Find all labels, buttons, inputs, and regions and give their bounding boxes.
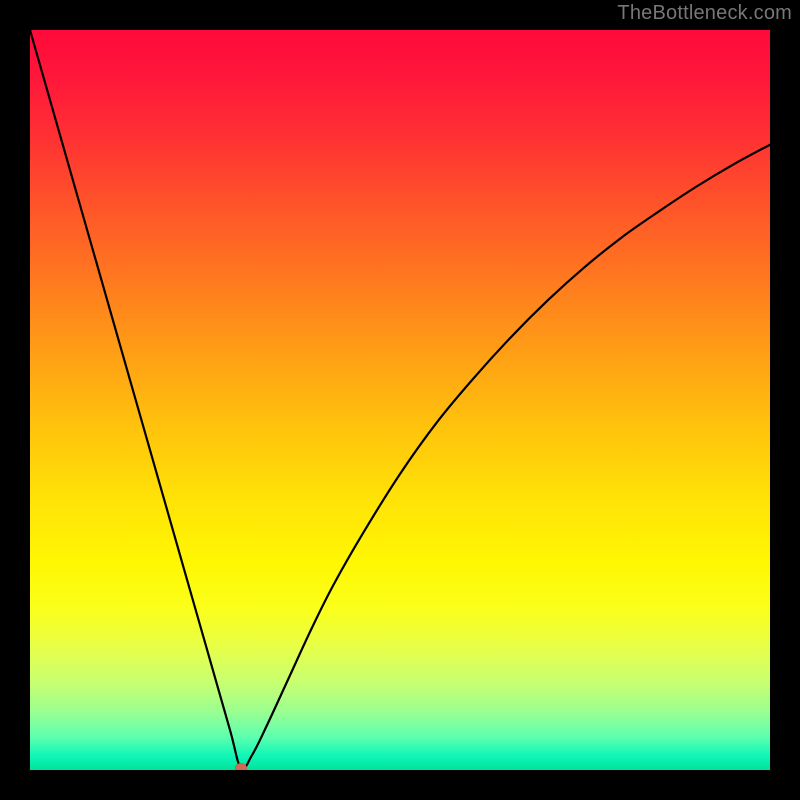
chart-frame: TheBottleneck.com bbox=[0, 0, 800, 800]
plot-area bbox=[30, 30, 770, 770]
optimal-point-marker bbox=[235, 763, 247, 770]
watermark-label: TheBottleneck.com bbox=[617, 2, 792, 25]
bottleneck-curve bbox=[30, 30, 770, 770]
